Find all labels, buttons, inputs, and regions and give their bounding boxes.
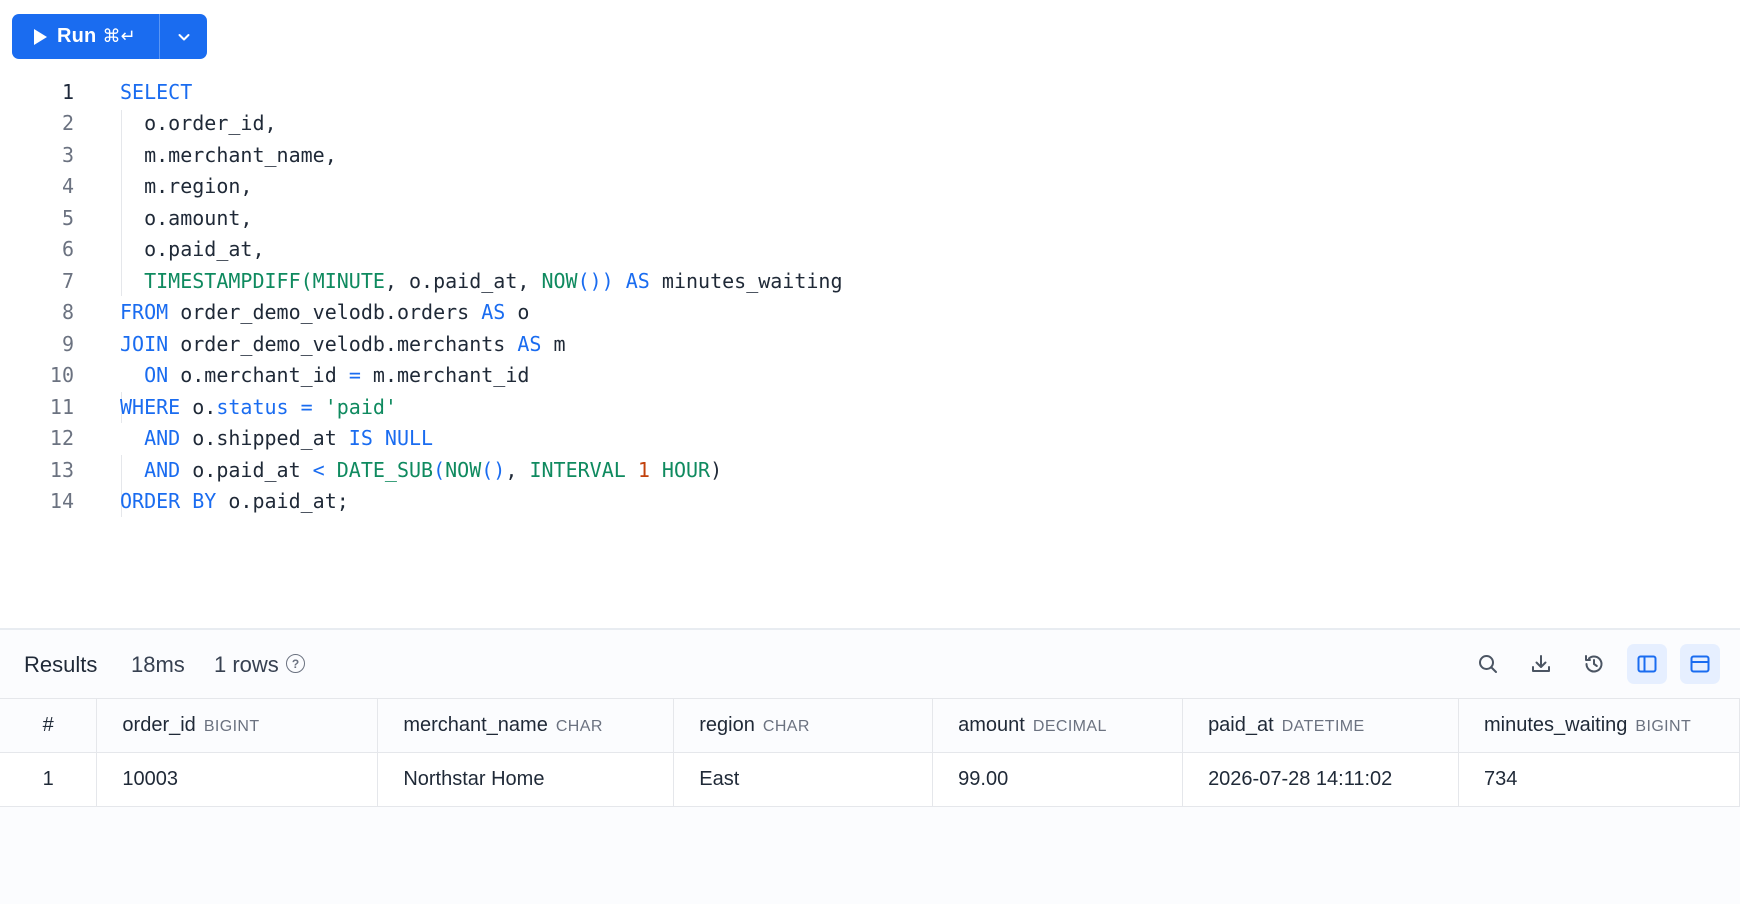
line-number: 3	[61, 142, 74, 167]
table-cell[interactable]: East	[673, 752, 934, 807]
history-icon	[1585, 655, 1603, 673]
search-icon	[1479, 655, 1497, 673]
run-options-button[interactable]	[160, 14, 207, 59]
column-name: paid_at	[1208, 714, 1274, 736]
code-text: m.region,	[120, 173, 253, 198]
column-header-amount[interactable]: amount DECIMAL	[932, 698, 1184, 753]
query-elapsed: 18ms	[131, 652, 185, 677]
column-name: amount	[958, 714, 1025, 736]
code-line: 3 m.merchant_name,	[0, 139, 1740, 170]
chevron-down-icon	[178, 33, 189, 40]
results-table: # order_id BIGINT merchant_name CHAR regio…	[0, 698, 1740, 807]
column-header-merchant-name[interactable]: merchant_name CHAR	[377, 698, 675, 753]
column-header-index[interactable]: #	[0, 698, 98, 753]
code-line: 5 o.amount,	[0, 202, 1740, 233]
line-number: 12	[49, 425, 74, 450]
column-name: #	[42, 714, 54, 736]
column-type: BIGINT	[203, 718, 260, 735]
line-number: 6	[61, 236, 74, 261]
column-header-region[interactable]: region CHAR	[673, 698, 934, 753]
run-label: Run	[57, 25, 97, 47]
code-line: 12 AND o.shipped_at IS NULL	[0, 422, 1740, 453]
line-number: 14	[49, 488, 74, 513]
download-results-button[interactable]	[1521, 644, 1561, 684]
code-line: 9 JOIN order_demo_velodb.merchants AS m	[0, 328, 1740, 359]
column-type: CHAR	[555, 718, 603, 735]
play-icon	[34, 28, 47, 45]
line-number: 5	[61, 205, 74, 230]
run-shortcut: ⌘↵	[102, 26, 136, 47]
line-number: 11	[49, 394, 74, 419]
code-line: 8 FROM order_demo_velodb.orders AS o	[0, 296, 1740, 327]
line-number: 10	[49, 362, 74, 387]
search-results-button[interactable]	[1468, 644, 1508, 684]
code-text: AND o.paid_at < DATE_SUB(NOW(), INTERVAL…	[144, 457, 723, 482]
table-cell[interactable]: 1	[0, 752, 98, 807]
download-icon	[1532, 655, 1550, 672]
split-vertical-icon	[1637, 655, 1657, 673]
column-header-order-id[interactable]: order_id BIGINT	[96, 698, 379, 753]
code-line: 2 o.order_id,	[0, 107, 1740, 138]
line-number: 7	[61, 268, 74, 293]
line-number: 1	[61, 79, 74, 104]
column-type: DECIMAL	[1032, 718, 1107, 735]
code-line: 7 TIMESTAMPDIFF(MINUTE, o.paid_at, NOW()…	[0, 265, 1740, 296]
code-line: 10 ON o.merchant_id = m.merchant_id	[0, 359, 1740, 390]
table-cell[interactable]: Northstar Home	[377, 752, 675, 807]
column-type: BIGINT	[1635, 718, 1692, 735]
code-text: FROM order_demo_velodb.orders AS o	[120, 299, 530, 324]
vertical-layout-button[interactable]	[1627, 644, 1667, 684]
sql-editor[interactable]: 1 SELECT 2 o.order_id, 3 m.merchant_name,…	[0, 74, 1740, 624]
code-text: o.order_id,	[120, 110, 277, 135]
table-cell[interactable]: 734	[1458, 752, 1740, 807]
code-text: o.paid_at,	[120, 236, 265, 261]
code-line: 1 SELECT	[0, 76, 1740, 107]
code-line: 13 AND o.paid_at < DATE_SUB(NOW(), INTER…	[0, 454, 1740, 485]
run-toolbar: Run ⌘↵	[12, 14, 207, 59]
code-line: 4 m.region,	[0, 170, 1740, 201]
results-title: Results	[24, 652, 98, 677]
history-button[interactable]	[1574, 644, 1614, 684]
line-number: 8	[61, 299, 74, 324]
results-header: Results 18ms 1 rows ?	[0, 630, 1740, 698]
line-number: 4	[61, 173, 74, 198]
results-actions	[1468, 644, 1720, 684]
column-type: DATETIME	[1281, 718, 1365, 735]
table-row[interactable]: 1 10003 Northstar Home East 99.00 2026-0…	[0, 752, 1740, 807]
horizontal-layout-button[interactable]	[1680, 644, 1720, 684]
code-text: SELECT	[120, 79, 193, 104]
code-text: m.merchant_name,	[120, 142, 337, 167]
column-name: merchant_name	[403, 714, 548, 736]
run-button[interactable]: Run ⌘↵	[12, 14, 160, 59]
column-name: order_id	[122, 714, 196, 736]
row-count: 1 rows	[214, 652, 279, 677]
column-name: minutes_waiting	[1484, 714, 1628, 736]
code-text: ORDER BY o.paid_at;	[120, 488, 349, 513]
table-cell[interactable]: 99.00	[932, 752, 1184, 807]
split-horizontal-icon	[1690, 655, 1710, 673]
code-line: 14 ORDER BY o.paid_at;	[0, 485, 1740, 516]
code-text: TIMESTAMPDIFF(MINUTE, o.paid_at, NOW()) …	[144, 268, 843, 293]
column-name: region	[699, 714, 755, 736]
column-type: CHAR	[762, 718, 810, 735]
results-panel: Results 18ms 1 rows ? # order_id BIGINT …	[0, 628, 1740, 904]
line-number: 2	[61, 110, 74, 135]
column-header-paid-at[interactable]: paid_at DATETIME	[1182, 698, 1459, 753]
line-number: 13	[49, 457, 74, 482]
code-text: ON o.merchant_id = m.merchant_id	[144, 362, 530, 387]
code-text: WHERE o.status = 'paid'	[120, 394, 397, 419]
code-text: o.amount,	[120, 205, 253, 230]
help-icon[interactable]: ?	[286, 654, 305, 673]
code-line: 6 o.paid_at,	[0, 233, 1740, 264]
code-line: 11 WHERE o.status = 'paid'	[0, 391, 1740, 422]
line-number: 9	[61, 331, 74, 356]
table-cell[interactable]: 2026-07-28 14:11:02	[1182, 752, 1459, 807]
column-header-minutes-waiting[interactable]: minutes_waiting BIGINT	[1458, 698, 1740, 753]
table-header-row: # order_id BIGINT merchant_name CHAR regio…	[0, 698, 1740, 753]
table-cell[interactable]: 10003	[96, 752, 379, 807]
code-text: AND o.shipped_at IS NULL	[144, 425, 434, 450]
code-text: JOIN order_demo_velodb.merchants AS m	[120, 331, 566, 356]
